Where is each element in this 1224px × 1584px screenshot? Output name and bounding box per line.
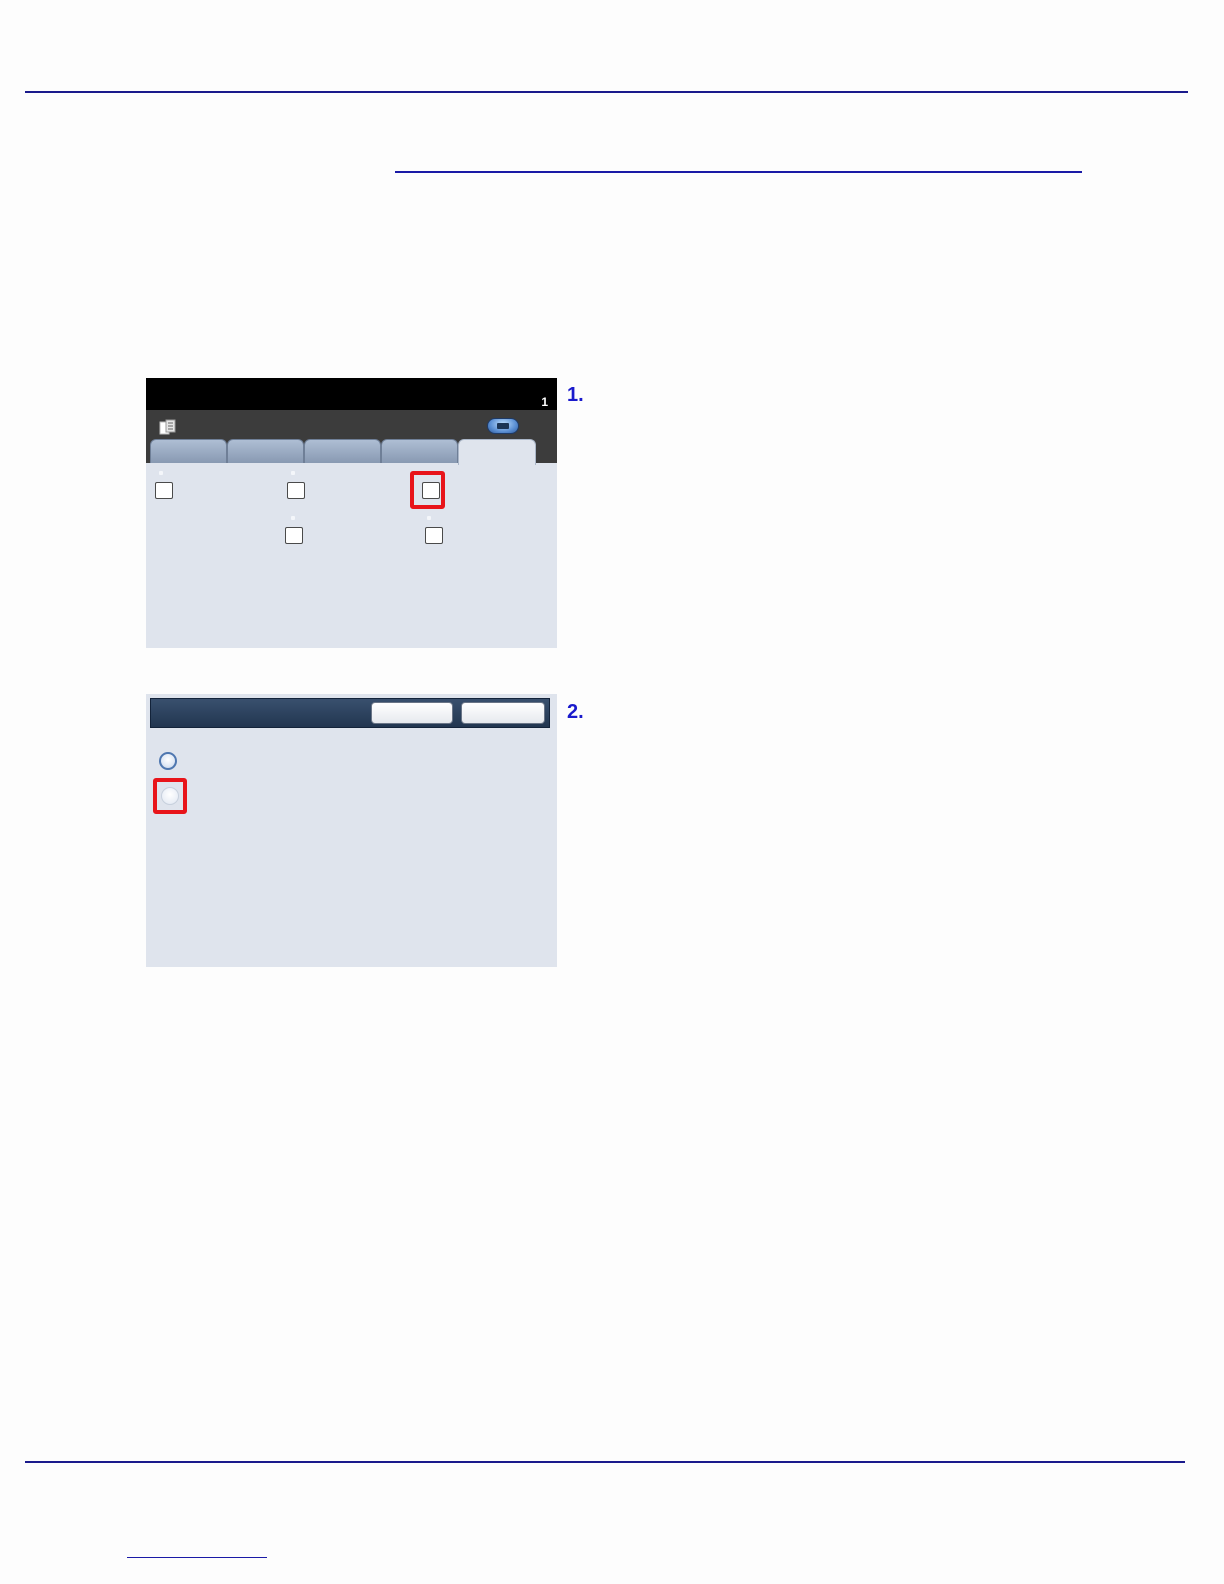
footer-rule — [25, 1461, 1185, 1463]
quantity-counter: 1 — [541, 395, 548, 409]
radio-option-1[interactable] — [159, 752, 177, 770]
step-2-number: 2. — [567, 701, 584, 723]
copy-app-icon — [159, 419, 176, 435]
feature-checkbox-5[interactable] — [425, 527, 443, 544]
header-rule — [25, 91, 1188, 93]
tab-5-active[interactable] — [458, 439, 536, 465]
feature-indicator — [427, 516, 431, 520]
highlight-feature-checkbox-3 — [410, 471, 445, 509]
step-1-number: 1. — [567, 384, 584, 406]
section-link-underline[interactable] — [395, 171, 1082, 173]
screen-title-bar: 1 — [146, 378, 557, 410]
screen-header-bar — [150, 698, 550, 728]
footer-link-underline[interactable] — [127, 1557, 267, 1558]
feature-indicator — [291, 471, 295, 475]
save-button[interactable] — [461, 702, 545, 724]
feature-checkbox-2[interactable] — [287, 482, 305, 499]
tab-3[interactable] — [304, 439, 381, 463]
copy-features-screen: 1 — [146, 378, 557, 648]
feature-indicator — [159, 471, 163, 475]
highlight-radio-option-2 — [153, 778, 187, 814]
tab-2[interactable] — [227, 439, 304, 463]
tab-4[interactable] — [381, 439, 458, 463]
option-selection-screen — [146, 694, 557, 967]
feature-checkbox-4[interactable] — [285, 527, 303, 544]
tab-1[interactable] — [150, 439, 227, 463]
cancel-button[interactable] — [371, 702, 453, 724]
menu-oval-button-icon[interactable] — [487, 418, 519, 434]
feature-checkbox-1[interactable] — [155, 482, 173, 499]
feature-indicator — [291, 516, 295, 520]
